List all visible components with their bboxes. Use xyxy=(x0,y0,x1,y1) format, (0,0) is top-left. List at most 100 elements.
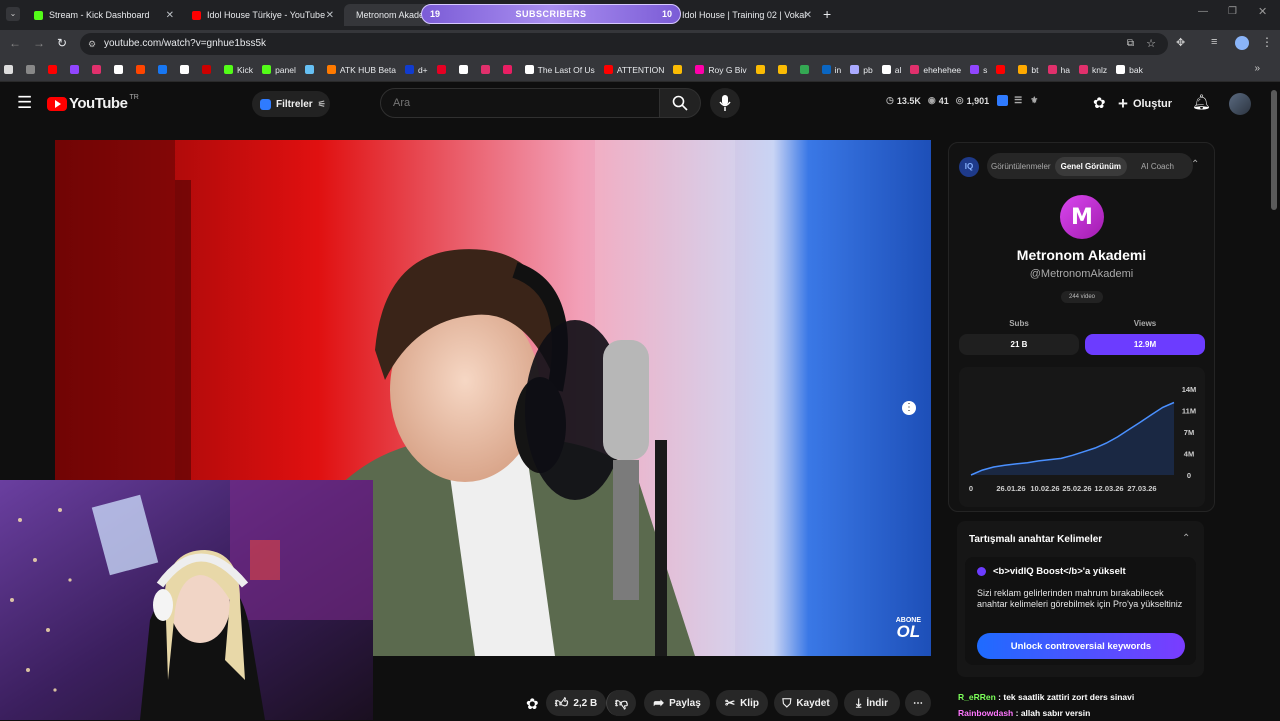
video-info-icon[interactable]: ⋮ xyxy=(902,401,916,415)
bookmark-item[interactable] xyxy=(480,65,494,74)
bookmark-item[interactable] xyxy=(755,65,769,74)
bookmark-item[interactable] xyxy=(202,65,215,74)
tab-kick-dashboard[interactable]: Stream - Kick Dashboard ✕ xyxy=(28,4,178,26)
account-avatar[interactable] xyxy=(1229,93,1251,115)
bookmark-item[interactable]: Roy G Biv xyxy=(695,65,747,75)
clip-button[interactable]: ✂ Klip xyxy=(716,690,768,716)
back-icon[interactable]: ← xyxy=(9,36,21,50)
forward-icon[interactable]: → xyxy=(33,36,45,50)
page-scrollbar[interactable] xyxy=(1271,90,1277,210)
close-tab-icon[interactable]: ✕ xyxy=(326,10,334,21)
bookmark-item[interactable] xyxy=(799,65,813,74)
list-icon[interactable]: ☰ xyxy=(1014,95,1022,106)
bookmark-item[interactable] xyxy=(92,65,105,74)
bookmark-item[interactable]: d+ xyxy=(404,65,428,75)
bookmark-item[interactable]: Kick xyxy=(224,65,253,75)
bookmark-item[interactable] xyxy=(673,65,686,74)
bookmark-favicon-icon xyxy=(1078,65,1088,74)
trophy-icon[interactable]: ⚜ xyxy=(1030,95,1038,106)
search-button[interactable] xyxy=(659,88,701,118)
share-button[interactable]: ➦ Paylaş xyxy=(644,690,710,716)
sliders-icon: ⚟ xyxy=(317,98,326,109)
address-bar[interactable]: ⚙ youtube.com/watch?v=gnhue1bss5k ⧉ ☆ xyxy=(80,33,1168,55)
new-tab-icon[interactable]: + xyxy=(823,6,831,22)
chat-username: Rainbowdash xyxy=(958,708,1014,718)
bookmark-item[interactable]: panel xyxy=(262,65,296,75)
close-tab-icon[interactable]: ✕ xyxy=(804,10,812,21)
bookmark-item[interactable] xyxy=(180,65,193,74)
menu-hamburger-icon[interactable]: ☰ xyxy=(17,93,32,113)
bookmark-item[interactable] xyxy=(458,65,472,74)
bookmark-item[interactable] xyxy=(777,65,791,74)
media-control-icon[interactable]: ≡ xyxy=(1211,36,1217,48)
site-info-icon[interactable]: ⚙ xyxy=(88,33,96,55)
bookmark-item[interactable]: knlz xyxy=(1078,65,1107,75)
search-input[interactable] xyxy=(393,89,643,117)
bookmark-grid-icon[interactable] xyxy=(26,65,39,74)
views-value: 12.9M xyxy=(1133,340,1157,349)
window-restore-icon[interactable]: ❐ xyxy=(1228,6,1237,17)
bookmark-item[interactable] xyxy=(136,65,149,74)
bookmark-item[interactable] xyxy=(114,65,127,74)
tab-overview[interactable]: Genel Görünüm xyxy=(1054,156,1128,176)
vidiq-extension-icon[interactable]: ✿ xyxy=(1093,94,1106,112)
tab-idol-house-training[interactable]: Idol House | Training 02 | Vokal ✕ xyxy=(676,4,816,26)
like-button[interactable]: 👍︎ 2,2 B xyxy=(546,690,606,716)
bookmark-item[interactable]: in xyxy=(821,65,841,75)
collapse-chevron-icon[interactable]: ⌃ xyxy=(1182,533,1190,544)
collapse-chevron-icon[interactable]: ⌃ xyxy=(1191,159,1199,170)
vidiq-filters-button[interactable]: Filtreler ⚟ xyxy=(252,91,330,117)
stat-comments: 1,901 xyxy=(966,95,990,106)
create-button[interactable]: + Oluştur xyxy=(1118,90,1178,118)
profile-avatar[interactable] xyxy=(1235,36,1249,50)
subscriber-goal-overlay: 19 SUBSCRIBERS 10 xyxy=(421,4,681,24)
bookmark-item[interactable]: bt xyxy=(1018,65,1039,75)
bookmark-item[interactable] xyxy=(70,65,83,74)
notifications-bell-icon[interactable]: 🔔︎ xyxy=(1192,93,1211,111)
youtube-logo[interactable]: YouTube TR xyxy=(47,94,139,112)
download-button[interactable]: ⤓ İndir xyxy=(844,690,900,716)
bookmark-item[interactable] xyxy=(158,65,171,74)
window-minimize-icon[interactable]: — xyxy=(1198,6,1208,17)
search-box[interactable] xyxy=(380,88,660,118)
reload-icon[interactable]: ↻ xyxy=(57,36,67,50)
bookmark-item[interactable]: al xyxy=(881,65,901,75)
bookmark-item[interactable]: s xyxy=(970,65,987,75)
bookmark-item[interactable]: ATTENTION xyxy=(603,65,664,75)
views-toggle-button[interactable]: 12.9M xyxy=(1085,334,1205,355)
bookmark-item[interactable] xyxy=(502,65,516,74)
extensions-icon[interactable]: ✥ xyxy=(1176,36,1185,49)
dislike-button[interactable]: 👎︎ xyxy=(606,690,636,716)
bookmark-item[interactable]: pb xyxy=(850,65,873,75)
bookmark-item[interactable]: ha xyxy=(1047,65,1070,75)
bookmark-item[interactable]: ATK HUB Beta xyxy=(326,65,396,75)
clip-label: Klip xyxy=(740,697,759,709)
tab-ai-coach[interactable]: AI Coach xyxy=(1127,162,1178,171)
bookmark-item[interactable]: ehehehee xyxy=(910,65,961,75)
bookmark-item[interactable]: bak xyxy=(1116,65,1143,75)
bookmark-item[interactable] xyxy=(436,65,450,74)
tab-views[interactable]: Görüntülenmeler xyxy=(987,162,1055,171)
bookmark-item[interactable] xyxy=(48,65,61,74)
vidiq-stats-bar: ◷ 13.5K ◉ 41 ◎ 1,901 ☰ ⚜ xyxy=(886,95,1038,106)
window-close-icon[interactable]: ✕ xyxy=(1258,5,1267,18)
vidiq-flower-icon[interactable]: ✿ xyxy=(526,695,539,713)
more-bookmarks-icon[interactable]: » xyxy=(1254,63,1260,74)
unlock-keywords-button[interactable]: Unlock controversial keywords xyxy=(977,633,1185,659)
voice-search-button[interactable] xyxy=(710,88,740,118)
bookmark-item[interactable] xyxy=(996,65,1009,74)
bookmark-apps-icon[interactable] xyxy=(4,65,17,74)
close-tab-icon[interactable]: ✕ xyxy=(166,10,174,21)
bookmark-item[interactable]: The Last Of Us xyxy=(524,65,595,75)
tab-list-icon[interactable]: ⌄ xyxy=(6,7,20,21)
vidiq-icon[interactable] xyxy=(997,95,1009,106)
subs-toggle-button[interactable]: 21 B xyxy=(959,334,1079,355)
more-actions-button[interactable]: ⋯ xyxy=(905,690,931,716)
browser-menu-icon[interactable]: ⋮ xyxy=(1261,35,1273,49)
tab-idol-house-youtube[interactable]: Idol House Türkiye - YouTube ✕ xyxy=(186,4,338,26)
tab-metronom-akademi[interactable]: Metronom Akademi xyxy=(344,4,430,26)
bookmark-star-icon[interactable]: ☆ xyxy=(1146,33,1156,55)
cast-icon[interactable]: ⧉ xyxy=(1127,33,1134,55)
bookmark-item[interactable] xyxy=(304,65,318,74)
save-button[interactable]: ⛉ Kaydet xyxy=(774,690,838,716)
